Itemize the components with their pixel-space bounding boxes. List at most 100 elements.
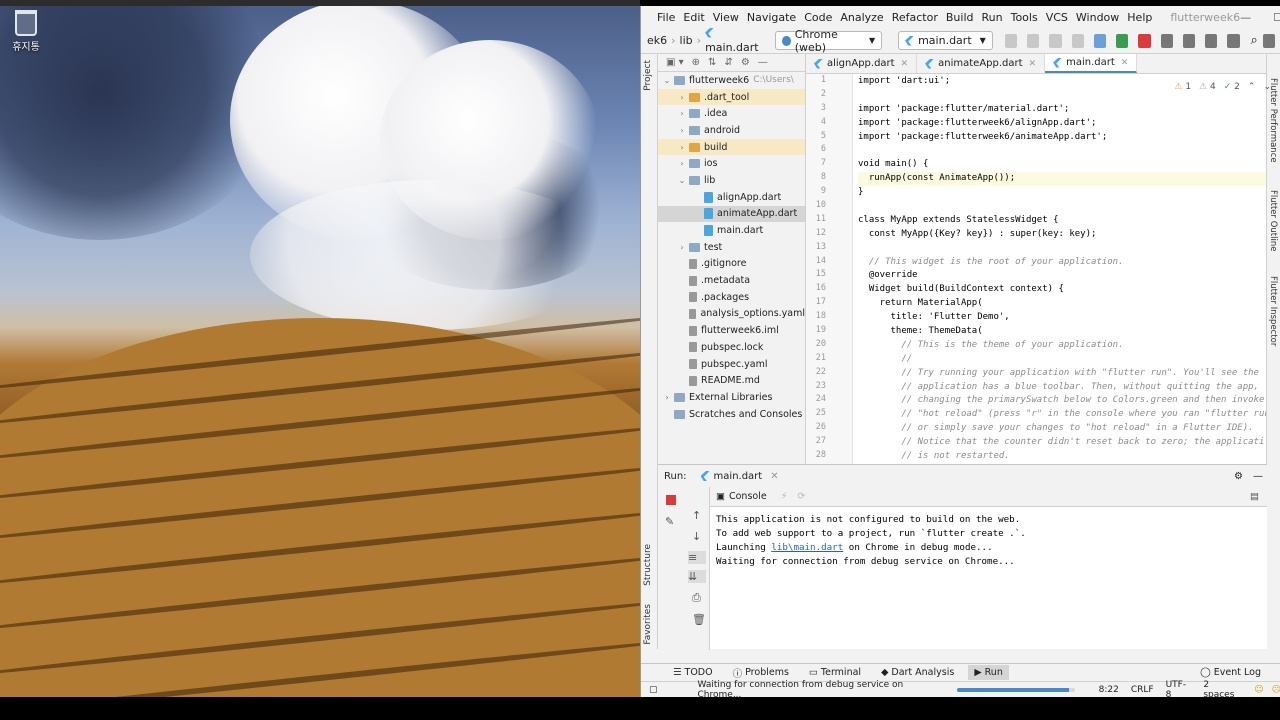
soft-wrap-icon[interactable]: ≡ xyxy=(688,551,706,564)
tree-item[interactable]: .packages xyxy=(658,289,805,306)
menu-file[interactable]: File xyxy=(653,11,679,24)
recycle-bin[interactable]: 휴지통 xyxy=(8,10,44,53)
chevron-up-icon[interactable]: ⌃ xyxy=(1248,82,1256,92)
run-config-selector[interactable]: main.dart ▼ xyxy=(898,31,993,50)
chevron-down-icon[interactable]: ⌄ xyxy=(677,176,687,185)
tree-item[interactable]: ⌄ lib xyxy=(658,172,805,189)
tab-event-log[interactable]: ◯ Event Log xyxy=(1194,665,1267,680)
tab-todo[interactable]: ☰ TODO xyxy=(667,665,719,680)
minimize-icon[interactable]: — xyxy=(1240,11,1251,24)
tab-flutter-inspector[interactable]: Flutter Inspector xyxy=(1268,276,1278,346)
tree-item[interactable]: pubspec.yaml xyxy=(658,356,805,373)
project-structure-icon[interactable] xyxy=(1160,33,1173,48)
close-icon[interactable]: ✕ xyxy=(770,471,778,482)
tree-item[interactable]: › android xyxy=(658,122,805,139)
tree-item[interactable]: › test xyxy=(658,239,805,256)
tree-item[interactable]: alignApp.dart xyxy=(658,189,805,206)
tab-structure[interactable]: Structure xyxy=(643,544,653,586)
tree-item[interactable]: › build xyxy=(658,138,805,156)
hot-restart-icon[interactable]: ⟳ xyxy=(797,491,805,502)
editor-tab-main[interactable]: main.dart ✕ xyxy=(1045,54,1138,73)
print-icon[interactable]: ⎙ xyxy=(692,591,710,605)
tree-item[interactable]: .gitignore xyxy=(658,256,805,273)
close-icon[interactable]: ✕ xyxy=(1121,58,1129,68)
device-icon[interactable] xyxy=(1093,33,1107,48)
stop-icon[interactable] xyxy=(666,495,676,505)
chevron-right-icon[interactable]: › xyxy=(677,243,687,252)
tab-favorites[interactable]: Favorites xyxy=(643,604,653,645)
tree-item[interactable]: › .idea xyxy=(658,105,805,122)
menu-run[interactable]: Run xyxy=(978,11,1007,24)
menu-view[interactable]: View xyxy=(709,11,743,24)
hot-reload-icon[interactable] xyxy=(1071,33,1084,48)
breadcrumb-lib[interactable]: lib xyxy=(676,34,697,47)
menu-code[interactable]: Code xyxy=(800,11,836,24)
menu-navigate[interactable]: Navigate xyxy=(743,11,800,24)
settings-icon[interactable] xyxy=(1262,33,1276,48)
toggle-panels-icon[interactable]: ▢ xyxy=(649,685,658,695)
tree-item[interactable]: main.dart xyxy=(658,222,805,239)
chevron-right-icon[interactable]: › xyxy=(677,93,687,102)
tab-project[interactable]: Project xyxy=(643,60,653,91)
close-icon[interactable]: ✕ xyxy=(1029,59,1037,69)
sad-face-icon[interactable]: ☹ xyxy=(1272,685,1280,695)
chevron-down-icon[interactable]: ⌄ xyxy=(1263,82,1271,92)
attach-icon[interactable] xyxy=(1049,33,1062,48)
expand-all-icon[interactable]: ⇅ xyxy=(708,57,716,68)
chevron-down-icon[interactable]: ⌄ xyxy=(662,76,672,85)
tab-run[interactable]: ▶ Run xyxy=(968,665,1009,680)
tree-item[interactable]: pubspec.lock xyxy=(658,339,805,356)
menu-tools[interactable]: Tools xyxy=(1007,11,1042,24)
device-selector[interactable]: Chrome (web) ▼ xyxy=(775,28,883,54)
close-icon[interactable]: ✕ xyxy=(901,59,909,69)
menu-build[interactable]: Build xyxy=(942,11,978,24)
breadcrumb-file[interactable]: main.dart xyxy=(701,27,767,54)
hide-icon[interactable]: — xyxy=(758,57,768,68)
tree-item[interactable]: Scratches and Consoles xyxy=(658,406,805,423)
gear-icon[interactable]: ⚙ xyxy=(741,57,750,68)
console-tab[interactable]: Console xyxy=(729,491,767,502)
menu-refactor[interactable]: Refactor xyxy=(888,11,942,24)
menu-window[interactable]: Window xyxy=(1072,11,1123,24)
menu-edit[interactable]: Edit xyxy=(679,11,708,24)
project-view-selector[interactable]: ▣ ▾ xyxy=(666,57,684,68)
tree-item[interactable]: flutterweek6.iml xyxy=(658,322,805,339)
layout-icon[interactable]: ▤ xyxy=(1250,491,1259,502)
tree-item[interactable]: › External Libraries xyxy=(658,389,805,406)
avd-manager-icon[interactable] xyxy=(1227,33,1240,48)
chevron-right-icon[interactable]: › xyxy=(677,159,687,168)
hot-reload-icon[interactable]: ⚡ xyxy=(781,491,788,502)
editor-tab-animateapp[interactable]: animateApp.dart ✕ xyxy=(917,54,1046,73)
menu-analyze[interactable]: Analyze xyxy=(836,11,887,24)
locate-icon[interactable]: ⊕ xyxy=(692,57,700,68)
arrow-down-icon[interactable]: ↓ xyxy=(692,530,710,543)
chevron-right-icon[interactable]: › xyxy=(662,393,672,402)
smiley-icon[interactable]: ☺ xyxy=(1254,685,1263,695)
tree-item[interactable]: .metadata xyxy=(658,272,805,289)
search-icon[interactable]: ⌕ xyxy=(1251,33,1258,48)
chevron-right-icon[interactable]: › xyxy=(677,126,687,135)
trash-icon[interactable]: 🗑 xyxy=(692,613,710,626)
line-separator[interactable]: CRLF xyxy=(1131,685,1154,695)
breadcrumb-project[interactable]: ek6 xyxy=(643,34,671,47)
sdk-manager-icon[interactable] xyxy=(1205,33,1218,48)
gear-icon[interactable]: ⚙ xyxy=(1234,471,1243,482)
caret-position[interactable]: 8:22 xyxy=(1099,685,1119,695)
tree-item[interactable]: › .dart_tool xyxy=(658,88,805,106)
tab-flutter-outline[interactable]: Flutter Outline xyxy=(1268,190,1278,251)
editor-tab-alignapp[interactable]: alignApp.dart ✕ xyxy=(806,54,918,73)
menu-help[interactable]: Help xyxy=(1123,11,1156,24)
inspection-widget[interactable]: ⚠ 1 ⚠ 4 ✓ 2 ⌃ ⌄ xyxy=(1174,82,1271,92)
run-icon[interactable] xyxy=(1004,33,1018,48)
menu-vcs[interactable]: VCS xyxy=(1042,11,1072,24)
chevron-right-icon[interactable]: › xyxy=(677,109,687,118)
run-config-tab[interactable]: main.dart ✕ xyxy=(700,471,779,482)
file-link[interactable]: lib\main.dart xyxy=(771,542,843,553)
chevron-right-icon[interactable]: › xyxy=(677,143,687,152)
tab-dart-analysis[interactable]: ◆ Dart Analysis xyxy=(875,665,960,680)
stop-icon[interactable] xyxy=(1138,33,1151,48)
code-area[interactable]: import 'dart:ui'; import 'package:flutter… xyxy=(858,75,1268,464)
arrow-up-icon[interactable]: ↑ xyxy=(692,509,710,522)
tree-item[interactable]: analysis_options.yaml xyxy=(658,306,805,323)
collapse-all-icon[interactable]: ⇵ xyxy=(724,57,732,68)
